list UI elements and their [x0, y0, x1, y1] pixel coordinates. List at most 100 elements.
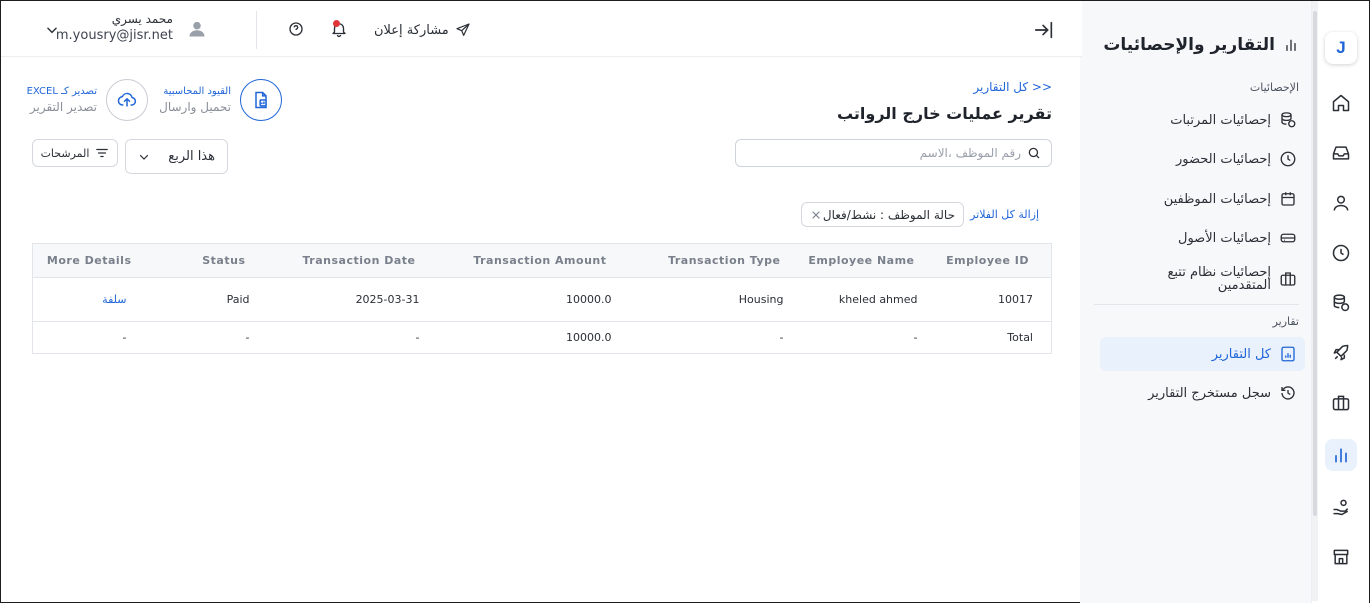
cell-more-details: سلفة [32, 277, 152, 322]
table-row: سلفة Paid 2025-03-31 10000.0 Housing khe… [32, 277, 1052, 322]
drive-icon [1280, 233, 1296, 243]
header-separator [256, 11, 257, 49]
export-excel-title: تصدير كـ EXCEL [26, 86, 97, 97]
file-chart-icon [255, 91, 267, 109]
hand-coin-icon[interactable] [1325, 491, 1357, 523]
clear-all-filters-link[interactable]: إزالة كل الفلاتر [969, 208, 1039, 221]
bar-chart-icon [1286, 39, 1296, 51]
export-excel-subtitle: تصدير التقرير [29, 100, 97, 114]
filters-button[interactable]: المرشحات [32, 139, 118, 167]
active-filter-chip: حالة الموظف : نشط/فعال [801, 202, 964, 227]
total-more-details: - [32, 321, 152, 354]
sidebar-divider [1094, 304, 1299, 305]
report-icon [1281, 346, 1295, 362]
sidebar-item-report-history[interactable]: سجل مستخرج التقارير [1100, 376, 1305, 410]
column-header-employee-id: Employee ID [917, 243, 1052, 278]
sidebar-item-label: سجل مستخرج التقارير [1148, 385, 1271, 401]
filter-lines-icon [96, 148, 109, 158]
journal-entries-subtitle: تحميل وارسال [159, 100, 231, 114]
cloud-upload-icon [117, 92, 137, 107]
search-input[interactable] [736, 146, 1027, 160]
sidebar-item-label-line2: المتقدمين [1217, 278, 1271, 293]
journal-entries-button[interactable] [240, 79, 282, 121]
remove-filter-close-icon[interactable] [810, 209, 822, 221]
journal-entries-title: القيود المحاسبية [163, 86, 231, 97]
cell-transaction-date: 2025-03-31 [249, 277, 420, 322]
share-announcement-label: مشاركة إعلان [374, 22, 449, 38]
total-transaction-amount: 10000.0 [419, 321, 612, 354]
search-icon [1028, 147, 1040, 159]
briefcase-icon[interactable] [1325, 387, 1357, 419]
column-header-more-details: More Details [32, 243, 152, 278]
total-label: Total [917, 321, 1052, 354]
report-table: More Details Status Transaction Date Tra… [32, 243, 1052, 354]
page-title: تقرير عمليات خارج الرواتب [836, 104, 1052, 123]
employee-search[interactable] [735, 139, 1052, 167]
chevron-down-icon [139, 154, 149, 160]
sidebar-item-label: إحصائيات المرتبات [1170, 112, 1271, 128]
coins-icon [1281, 112, 1296, 128]
active-filter-label: حالة الموظف : نشط/فعال [822, 207, 955, 222]
cell-employee-id: 10017 [917, 277, 1052, 322]
reports-section-label: تقارير [1272, 315, 1299, 328]
table-total-row: - - - 10000.0 - - Total [32, 321, 1052, 354]
column-header-transaction-amount: Transaction Amount [419, 243, 612, 278]
briefcase-icon [1280, 272, 1296, 286]
user-email: m.yousry@jisr.net [55, 28, 173, 43]
sidebar-title: التقارير والإحصائيات [1103, 33, 1299, 57]
sidebar-item-salary-stats[interactable]: إحصائيات المرتبات [1100, 103, 1305, 137]
sidebar-title-text: التقارير والإحصائيات [1103, 35, 1275, 55]
user-menu-chevron-icon[interactable] [45, 23, 59, 37]
journal-entries-text[interactable]: القيود المحاسبية تحميل وارسال [141, 85, 231, 115]
user-name: محمد يسري [111, 12, 173, 26]
total-transaction-date: - [249, 321, 420, 354]
reports-chart-icon[interactable] [1325, 439, 1357, 471]
sidebar-item-label: كل التقارير [1211, 346, 1271, 362]
collapse-sidebar-icon[interactable] [1033, 19, 1055, 41]
sidebar-item-attendance-stats[interactable]: إحصائيات الحضور [1100, 142, 1305, 176]
export-excel-text[interactable]: تصدير كـ EXCEL تصدير التقرير [11, 85, 97, 115]
sidebar: التقارير والإحصائيات الإحصائيات إحصائيات… [1080, 1, 1311, 603]
column-header-transaction-date: Transaction Date [249, 243, 420, 278]
sidebar-item-label: إحصائيات الموظفين [1163, 191, 1271, 207]
clock-icon[interactable] [1325, 237, 1357, 269]
cell-employee-name: kheled ahmed [783, 277, 918, 322]
period-select[interactable]: هذا الربع [125, 139, 228, 174]
rail-scrollbar-thumb[interactable] [1313, 11, 1317, 516]
breadcrumb-all-reports[interactable]: << كل التقارير [881, 80, 1052, 94]
inbox-icon[interactable] [1325, 137, 1357, 169]
sidebar-item-label: إحصائيات نظام تتبع المتقدمين [1167, 266, 1271, 292]
filters-button-label: المرشحات [40, 146, 90, 160]
home-icon[interactable] [1325, 87, 1357, 119]
export-excel-button[interactable] [106, 79, 148, 121]
sidebar-item-employee-stats[interactable]: إحصائيات الموظفين [1100, 182, 1305, 216]
icon-rail: J [1311, 1, 1369, 603]
user-avatar-icon[interactable] [187, 19, 207, 39]
clock-icon [1280, 151, 1296, 167]
user-icon[interactable] [1325, 187, 1357, 219]
total-status: - [151, 321, 250, 354]
help-icon[interactable] [288, 21, 304, 37]
store-icon[interactable] [1325, 541, 1357, 573]
stats-section-label: الإحصائيات [1249, 81, 1299, 94]
column-header-transaction-type: Transaction Type [611, 243, 784, 278]
send-icon [456, 23, 470, 36]
sidebar-item-all-reports[interactable]: كل التقارير [1100, 337, 1305, 371]
cell-transaction-amount: 10000.0 [419, 277, 612, 322]
calendar-icon [1281, 192, 1295, 206]
app-logo[interactable]: J [1325, 32, 1357, 64]
coins-icon[interactable] [1325, 287, 1357, 319]
sidebar-item-label: إحصائيات الأصول [1178, 230, 1271, 246]
share-announcement-button[interactable]: مشاركة إعلان [374, 19, 471, 41]
more-details-link[interactable]: سلفة [102, 293, 126, 306]
rail-scrollbar[interactable] [1312, 1, 1318, 601]
column-header-employee-name: Employee Name [783, 243, 918, 278]
table-header-row: More Details Status Transaction Date Tra… [32, 243, 1052, 278]
period-select-value: هذا الربع [168, 149, 215, 164]
sidebar-item-assets-stats[interactable]: إحصائيات الأصول [1100, 221, 1305, 255]
sidebar-item-ats-stats[interactable]: إحصائيات نظام تتبع المتقدمين [1100, 261, 1305, 297]
history-icon [1281, 386, 1295, 400]
rocket-icon[interactable] [1325, 337, 1357, 369]
sidebar-item-label: إحصائيات الحضور [1176, 151, 1271, 167]
top-header: مشاركة إعلان محمد يسري m.yousry@jisr.net [1, 1, 1082, 57]
